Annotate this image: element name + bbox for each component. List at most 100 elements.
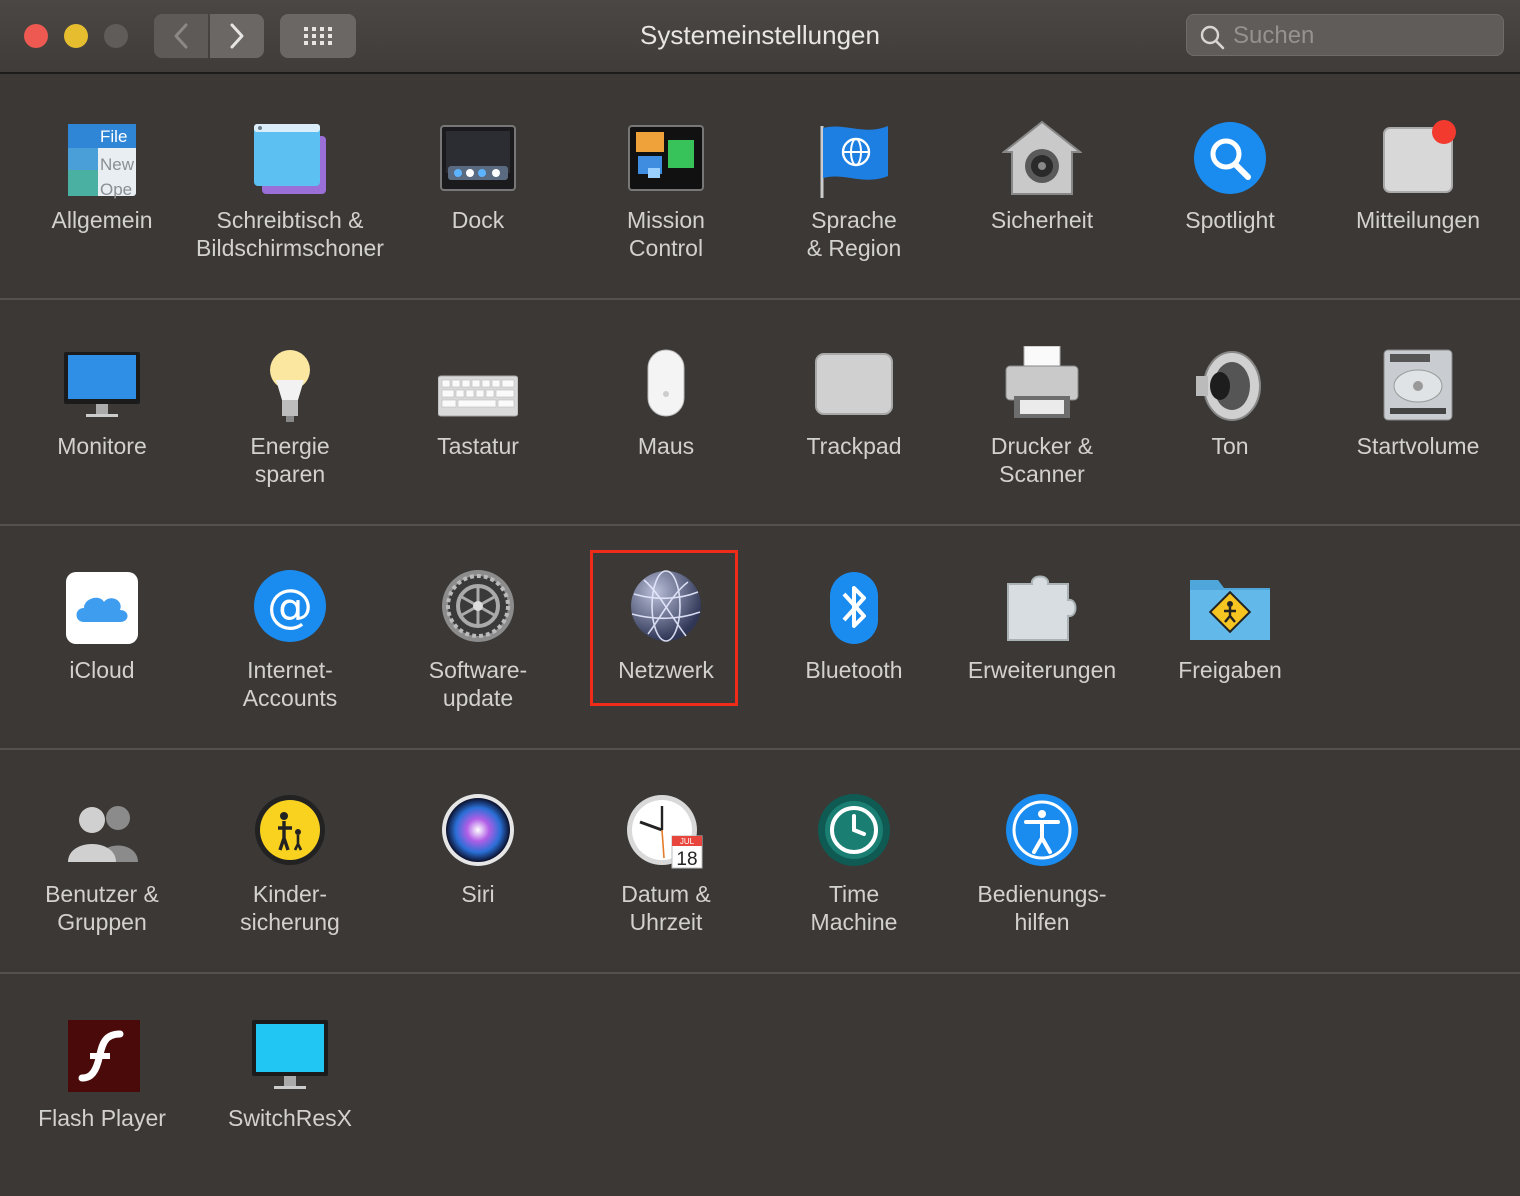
pref-allgemein[interactable]: File New Ope Allgemein [8,120,196,234]
pref-label: Monitore [57,433,147,459]
pref-label: Mission Control [627,207,705,261]
pref-mitteilungen[interactable]: Mitteilungen [1324,120,1512,234]
pref-label: Mitteilungen [1355,207,1481,233]
pref-internet-accounts[interactable]: @ Internet- Accounts [196,570,384,712]
pref-label: Allgemein [51,207,153,233]
pref-label: Tastatur [437,433,519,459]
pref-label: Internet- Accounts [242,657,338,711]
keyboard-icon [438,375,518,417]
pref-trackpad[interactable]: Trackpad [760,346,948,460]
pref-softwareupdate[interactable]: Software- update [384,570,572,712]
pref-label: Software- update [428,657,528,711]
pref-label: Flash Player [38,1105,166,1131]
pref-label: Benutzer & Gruppen [45,881,159,935]
pref-tastatur[interactable]: Tastatur [384,346,572,460]
pref-label: Siri [461,881,495,907]
sharing-folder-icon [1190,580,1270,640]
pref-icloud[interactable]: iCloud [8,570,196,684]
netzwerk-highlight-box [590,550,738,706]
system-preferences-window: Systemeinstellungen File New Ope Allgeme… [0,0,1520,1186]
users-icon [68,806,138,862]
pref-row-1: File New Ope Allgemein Schreibtisch & Bi… [0,74,1520,300]
calendar-day: 18 [676,849,697,870]
time-machine-icon [818,794,890,866]
pref-schreibtisch[interactable]: Schreibtisch & Bildschirmschoner [196,120,384,262]
pref-row-4: Benutzer & Gruppen Kinder- sicherung Sir… [0,748,1520,974]
svg-text:@: @ [267,579,313,633]
pref-row-5: Flash Player SwitchResX [0,972,1520,1196]
siri-icon [442,794,514,866]
pref-label: Sprache & Region [806,207,902,261]
pref-kindersicherung[interactable]: Kinder- sicherung [196,794,384,936]
mission-control-icon [628,125,704,191]
general-icon-new: New [100,155,135,174]
pref-label: Energie sparen [250,433,330,487]
printer-icon [1005,346,1079,418]
desktop-screensaver-icon [254,124,326,194]
pref-label: Maus [637,433,695,459]
general-icon-file: File [100,127,127,146]
pref-row-3: iCloud @ Internet- Accounts Software- up… [0,524,1520,750]
trackpad-icon [815,353,893,415]
pref-label: Drucker & Scanner [990,433,1094,487]
pref-spotlight[interactable]: Spotlight [1136,120,1324,234]
pref-label: iCloud [69,657,135,683]
pref-time-machine[interactable]: Time Machine [760,794,948,936]
pref-bluetooth[interactable]: Bluetooth [760,570,948,684]
pref-datum-uhrzeit[interactable]: JUL 18 Datum & Uhrzeit [572,794,760,936]
pref-bedienungshilfen[interactable]: Bedienungs- hilfen [948,794,1136,936]
security-house-icon [1002,120,1082,195]
mouse-icon [647,349,685,417]
title-bar: Systemeinstellungen [0,0,1520,74]
pref-flash-player[interactable]: Flash Player [8,1018,196,1132]
search-field[interactable] [1186,14,1504,56]
pref-ton[interactable]: Ton [1136,346,1324,460]
pref-drucker[interactable]: Drucker & Scanner [948,346,1136,488]
pref-sicherheit[interactable]: Sicherheit [948,120,1136,234]
lightbulb-icon [270,350,310,422]
speaker-icon [1196,351,1261,421]
accessibility-icon [1006,794,1078,866]
puzzle-piece-icon [1007,575,1077,641]
pref-benutzer[interactable]: Benutzer & Gruppen [8,794,196,936]
general-icon-open: Ope [100,180,132,199]
pref-switchresx[interactable]: SwitchResX [196,1018,384,1132]
pref-label: Spotlight [1185,207,1275,233]
pref-row-2: Monitore Energie sparen Tastatur Maus Tr… [0,300,1520,526]
flash-player-icon [68,1020,140,1092]
pref-label: Erweiterungen [967,657,1117,683]
pref-energie[interactable]: Energie sparen [196,346,384,488]
pref-label: Bluetooth [805,657,903,683]
language-region-flag-icon [820,126,888,198]
pref-label: Freigaben [1178,657,1282,683]
at-sign-icon: @ [254,570,326,642]
pref-startvolume[interactable]: Startvolume [1324,346,1512,460]
pref-label: Sicherheit [990,207,1094,233]
pref-freigaben[interactable]: Freigaben [1136,570,1324,684]
search-input[interactable] [1231,19,1495,53]
calendar-month: JUL [680,837,695,846]
display-monitor-icon [64,352,140,417]
pref-label: Dock [451,207,505,233]
gear-icon [442,570,514,642]
hard-drive-icon [1383,349,1453,421]
icloud-icon [66,572,138,644]
notifications-icon [1383,120,1456,193]
bluetooth-icon [830,572,878,644]
pref-mission-control[interactable]: Mission Control [572,120,760,262]
pref-label: Ton [1211,433,1249,459]
pref-label: Datum & Uhrzeit [621,881,711,935]
pref-label: Schreibtisch & Bildschirmschoner [196,207,384,261]
pref-siri[interactable]: Siri [384,794,572,908]
pref-monitore[interactable]: Monitore [8,346,196,460]
pref-sprache-region[interactable]: Sprache & Region [760,120,948,262]
pref-label: Kinder- sicherung [240,881,340,935]
parental-controls-icon [255,795,325,865]
pref-dock[interactable]: Dock [384,120,572,234]
pref-label: Time Machine [810,881,898,935]
pref-maus[interactable]: Maus [572,346,760,460]
pref-label: Bedienungs- hilfen [977,881,1107,935]
pref-erweiterungen[interactable]: Erweiterungen [948,570,1136,684]
dock-icon [440,125,516,191]
spotlight-magnifier-icon [1194,122,1266,194]
